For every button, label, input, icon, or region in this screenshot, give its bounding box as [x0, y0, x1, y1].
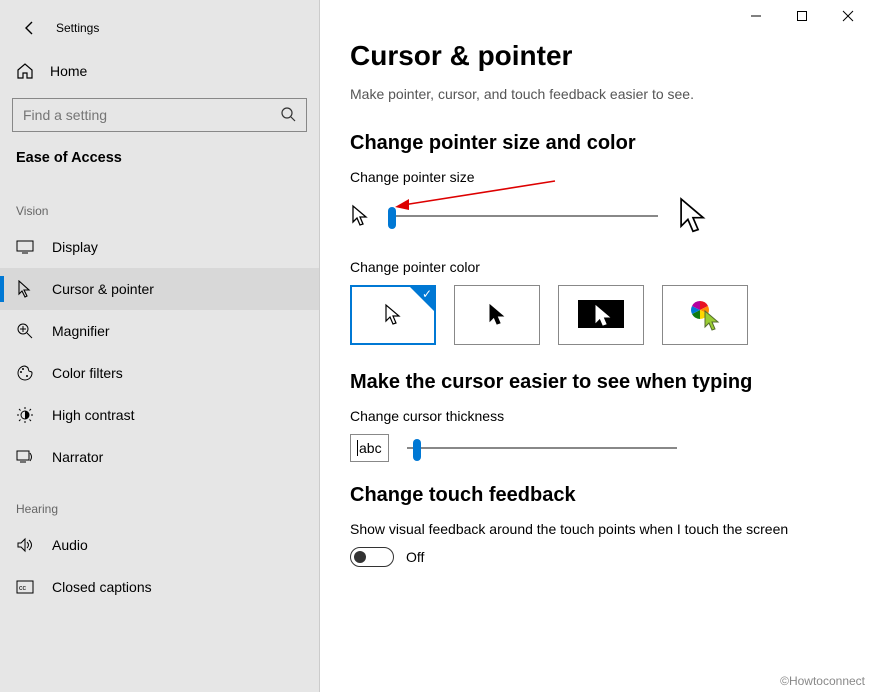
section-heading-size-color: Change pointer size and color [350, 132, 841, 155]
group-label-vision: Vision [0, 180, 319, 226]
text-cursor-icon [357, 440, 358, 456]
close-button[interactable] [825, 0, 871, 32]
pointer-size-label: Change pointer size [350, 169, 841, 185]
cursor-icon [16, 280, 34, 298]
cc-icon: cc [16, 578, 34, 596]
audio-icon [16, 536, 34, 554]
app-title: Settings [56, 21, 99, 35]
pointer-preview-small-icon [350, 204, 370, 228]
pointer-color-black[interactable] [454, 285, 540, 345]
search-input[interactable] [23, 107, 269, 123]
nav-item-label: Cursor & pointer [52, 281, 154, 297]
palette-icon [16, 364, 34, 382]
svg-text:cc: cc [19, 585, 27, 592]
display-icon [16, 238, 34, 256]
pointer-color-custom[interactable] [662, 285, 748, 345]
pointer-color-white[interactable] [350, 285, 436, 345]
page-title: Cursor & pointer [350, 40, 841, 72]
cursor-thickness-slider[interactable] [407, 447, 677, 449]
contrast-icon [16, 406, 34, 424]
nav-narrator[interactable]: Narrator [0, 436, 319, 478]
nav-magnifier[interactable]: Magnifier [0, 310, 319, 352]
magnifier-icon [16, 322, 34, 340]
nav-item-label: Narrator [52, 449, 103, 465]
pointer-size-row [350, 195, 841, 237]
home-icon [16, 62, 34, 80]
cursor-thickness-row: abc [350, 434, 841, 462]
slider-thumb[interactable] [388, 207, 396, 229]
maximize-button[interactable] [779, 0, 825, 32]
sidebar: Settings Home Ease of Access Vision Disp… [0, 0, 320, 692]
pointer-size-slider[interactable] [388, 215, 658, 217]
search-icon [280, 106, 296, 125]
nav-audio[interactable]: Audio [0, 524, 319, 566]
nav-item-label: High contrast [52, 407, 134, 423]
group-label-hearing: Hearing [0, 478, 319, 524]
cursor-thickness-preview: abc [350, 434, 389, 462]
nav-home-label: Home [50, 63, 87, 79]
main-content: Cursor & pointer Make pointer, cursor, a… [320, 0, 871, 692]
pointer-color-options [350, 285, 841, 345]
toggle-state-label: Off [406, 549, 424, 565]
nav-closed-captions[interactable]: cc Closed captions [0, 566, 319, 608]
category-title: Ease of Access [0, 144, 319, 180]
nav-high-contrast[interactable]: High contrast [0, 394, 319, 436]
nav-item-label: Color filters [52, 365, 123, 381]
titlebar: Settings [0, 8, 319, 52]
slider-thumb[interactable] [413, 439, 421, 461]
section-heading-cursor: Make the cursor easier to see when typin… [350, 371, 841, 394]
back-button[interactable] [16, 14, 44, 42]
nav-item-label: Closed captions [52, 579, 152, 595]
nav-item-label: Display [52, 239, 98, 255]
nav-item-label: Magnifier [52, 323, 110, 339]
minimize-button[interactable] [733, 0, 779, 32]
pointer-color-inverted[interactable] [558, 285, 644, 345]
window-controls [733, 0, 871, 32]
page-description: Make pointer, cursor, and touch feedback… [350, 86, 841, 102]
cursor-thickness-label: Change cursor thickness [350, 408, 841, 424]
toggle-knob [354, 551, 366, 563]
nav-item-label: Audio [52, 537, 88, 553]
touch-feedback-toggle-row: Off [350, 547, 841, 567]
nav-home[interactable]: Home [0, 52, 319, 90]
touch-feedback-toggle[interactable] [350, 547, 394, 567]
nav-cursor-pointer[interactable]: Cursor & pointer [0, 268, 319, 310]
nav-display[interactable]: Display [0, 226, 319, 268]
pointer-color-label: Change pointer color [350, 259, 841, 275]
nav-color-filters[interactable]: Color filters [0, 352, 319, 394]
touch-feedback-label: Show visual feedback around the touch po… [350, 521, 841, 537]
section-heading-touch: Change touch feedback [350, 484, 841, 507]
search-box[interactable] [12, 98, 307, 132]
watermark: ©Howtoconnect [780, 674, 865, 688]
pointer-preview-large-icon [676, 195, 710, 237]
narrator-icon [16, 448, 34, 466]
cursor-preview-text: abc [359, 440, 382, 456]
